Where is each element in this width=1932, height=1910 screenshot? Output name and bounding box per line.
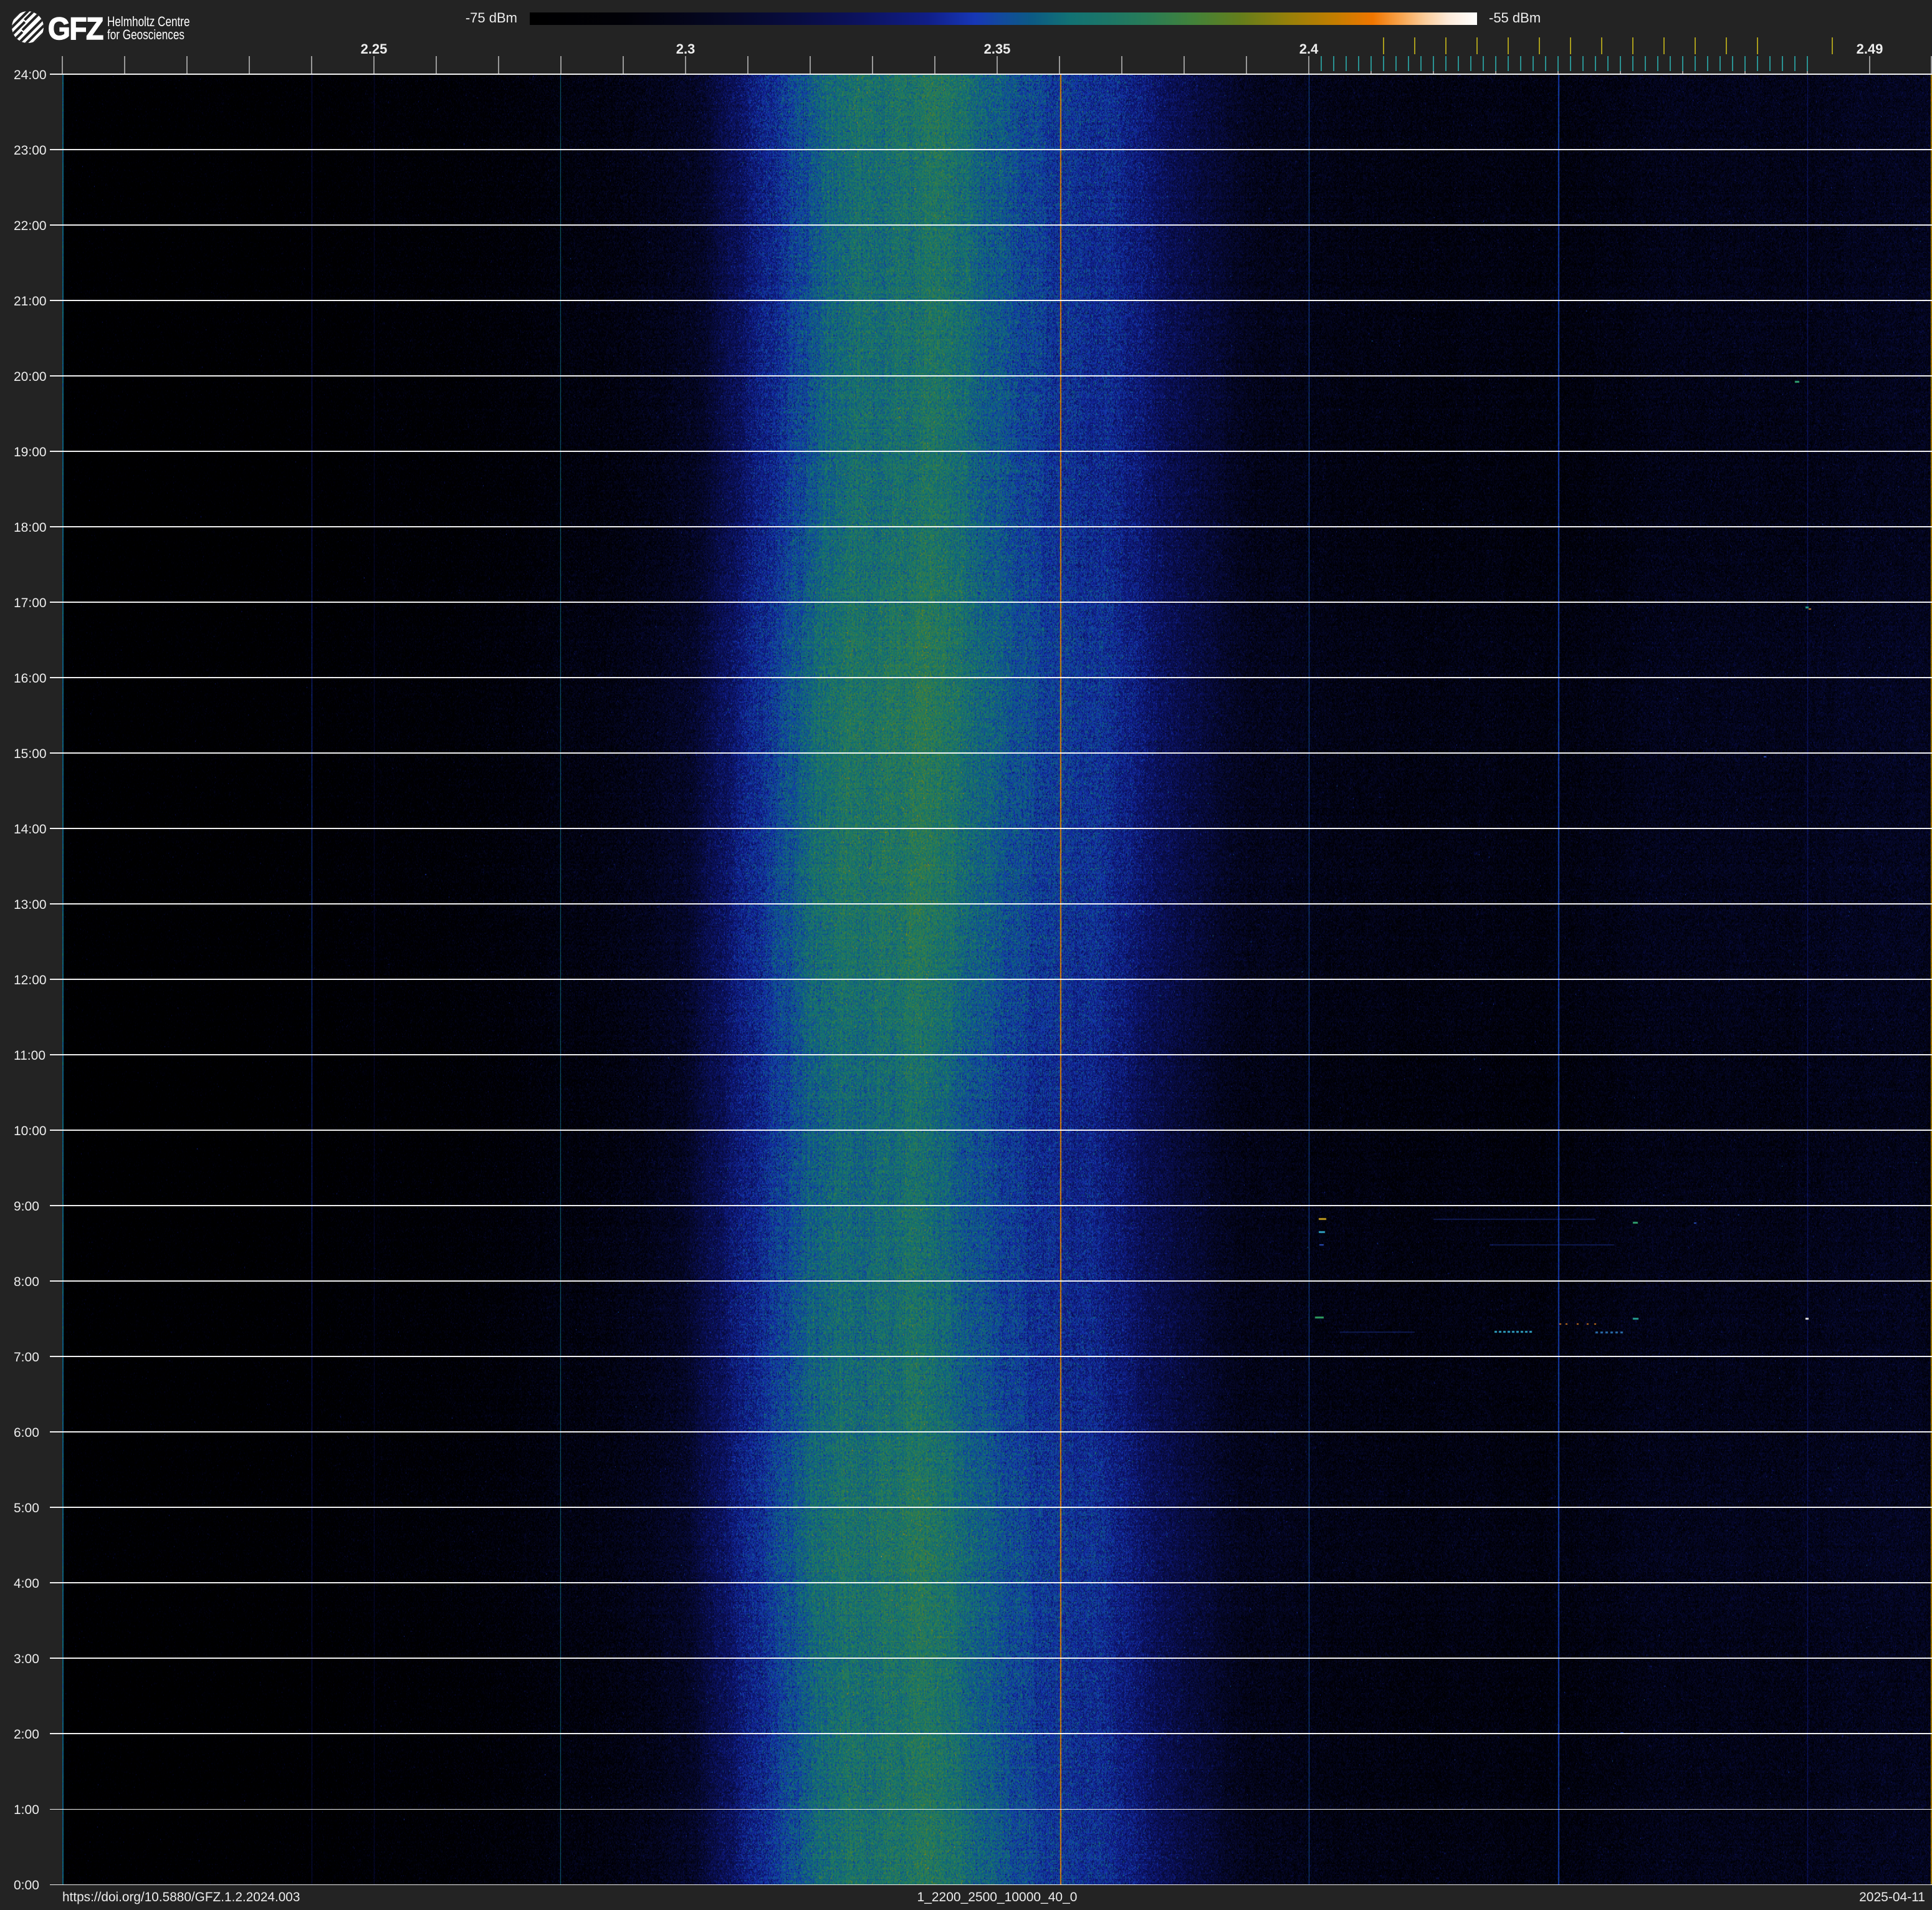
svg-text:GFZ: GFZ <box>48 12 103 44</box>
